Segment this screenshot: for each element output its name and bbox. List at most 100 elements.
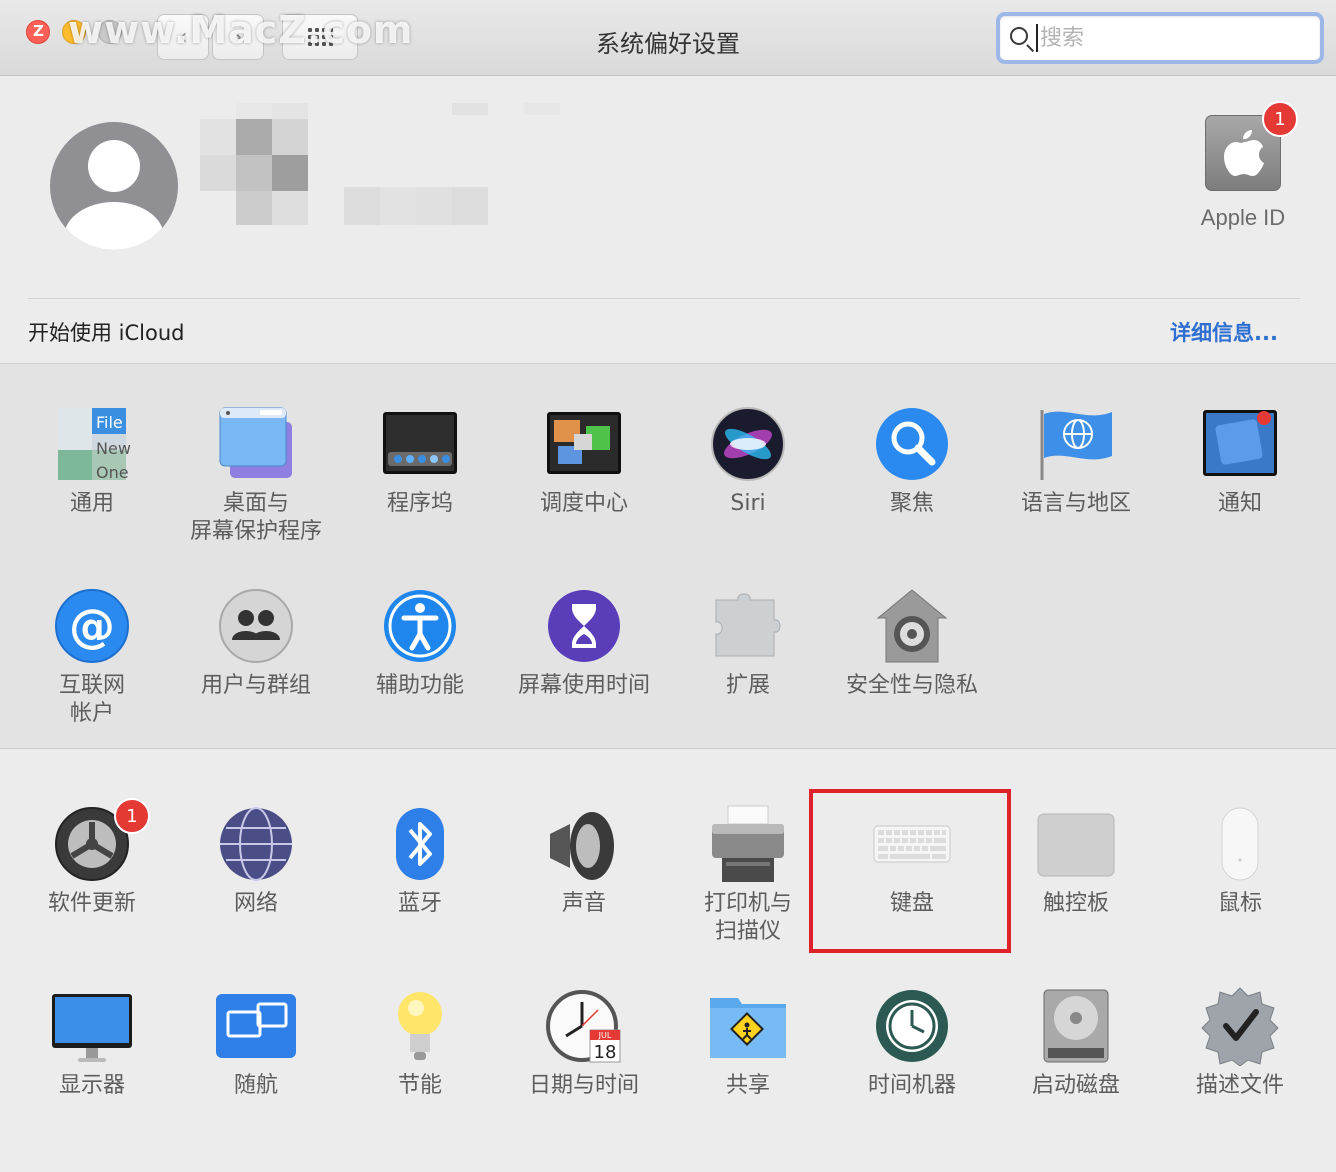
pane-label: 用户与群组 [200,673,311,698]
pane-desktop-screensaver[interactable]: 桌面与 屏幕保护程序 [174,404,338,546]
pane-screen-time[interactable]: 屏幕使用时间 [502,586,666,700]
siri-icon [708,404,788,484]
sharing-icon [708,986,788,1066]
dock-icon [380,404,460,484]
pane-label: 蓝牙 [397,891,442,916]
pane-label: 屏幕使用时间 [517,673,650,698]
pane-label: 随航 [233,1073,278,1098]
pane-label: 网络 [233,891,278,916]
pane-notifications[interactable]: 通知 [1158,404,1322,518]
trackpad-icon [1036,804,1116,884]
pane-label: 互联网 帐户 [58,673,125,726]
pane-time-machine[interactable]: 时间机器 [830,986,994,1100]
pane-label: 打印机与 扫描仪 [703,891,792,944]
time-machine-icon [872,986,952,1066]
avatar[interactable] [50,122,178,250]
pane-startup-disk[interactable]: 启动磁盘 [994,986,1158,1100]
pane-sharing[interactable]: 共享 [666,986,830,1100]
pane-general[interactable]: File New One 通用 [10,404,174,518]
pane-label: 时间机器 [867,1073,956,1098]
security-privacy-icon [872,586,952,666]
search-icon [1010,27,1028,45]
pane-siri[interactable]: Siri [666,404,830,518]
pane-label: 启动磁盘 [1031,1073,1120,1098]
general-icon: File New One [52,404,132,484]
pane-sidecar[interactable]: 随航 [174,986,338,1100]
bluetooth-icon [380,804,460,884]
apple-id-pane[interactable]: 1 Apple ID [1190,101,1300,235]
mission-control-icon [544,404,624,484]
screen-time-icon [544,586,624,666]
pane-label: 描述文件 [1195,1073,1284,1098]
profiles-icon [1200,986,1280,1067]
pane-label: 调度中心 [539,491,628,516]
network-icon [216,804,296,884]
pane-energy-saver[interactable]: 节能 [338,986,502,1100]
internet-accounts-icon: @ [52,586,132,666]
pane-label: 节能 [397,1073,442,1098]
pane-printers-scanners[interactable]: 打印机与 扫描仪 [666,804,830,946]
pane-label: 显示器 [58,1073,125,1098]
svg-text:@: @ [69,599,115,653]
divider [28,298,1300,299]
pane-label: 软件更新 [47,891,136,916]
pane-label: 辅助功能 [375,673,464,698]
pane-software-update[interactable]: 1 软件更新 [10,798,174,918]
pane-mouse[interactable]: 鼠标 [1158,804,1322,918]
pane-sound[interactable]: 声音 [502,804,666,918]
pane-mission-control[interactable]: 调度中心 [502,404,666,518]
pane-label: 共享 [725,1073,770,1098]
blurred-user-name [200,103,560,225]
software-update-badge: 1 [114,798,150,834]
pane-displays[interactable]: 显示器 [10,986,174,1100]
accessibility-icon [380,586,460,666]
displays-icon [52,986,132,1066]
desktop-screensaver-icon [216,404,296,484]
icloud-prompt: 开始使用 iCloud [28,321,185,345]
pane-extensions[interactable]: 扩展 [666,586,830,700]
apple-id-label: Apple ID [1200,205,1286,230]
account-header: 1 Apple ID 开始使用 iCloud 详细信息... [0,77,1336,363]
pane-label: 触控板 [1042,891,1109,916]
startup-disk-icon [1036,986,1116,1066]
new-text: New [96,439,131,458]
notifications-icon [1200,404,1280,484]
pane-label: 声音 [561,891,606,916]
search-input[interactable] [1040,20,1310,56]
pane-bluetooth[interactable]: 蓝牙 [338,804,502,918]
pane-accessibility[interactable]: 辅助功能 [338,586,502,700]
pane-trackpad[interactable]: 触控板 [994,804,1158,918]
pane-label: 通用 [69,491,114,516]
pane-internet-accounts[interactable]: @ 互联网 帐户 [10,586,174,728]
pane-language-region[interactable]: 语言与地区 [994,404,1158,518]
one-text: One [96,463,129,482]
pane-users-groups[interactable]: 用户与群组 [174,586,338,700]
text-caret [1036,24,1038,52]
pane-label: 聚焦 [889,491,934,516]
pane-label: 语言与地区 [1020,491,1131,516]
pane-security-privacy[interactable]: 安全性与隐私 [830,586,994,700]
details-link[interactable]: 详细信息... [1170,317,1278,347]
extensions-icon [708,586,788,666]
pane-label: 扩展 [725,673,770,698]
software-update-icon: 1 [52,798,150,884]
pane-network[interactable]: 网络 [174,804,338,918]
pane-label: 桌面与 屏幕保护程序 [189,491,322,544]
users-groups-icon [216,586,296,666]
search-field[interactable] [996,12,1324,64]
apple-id-badge: 1 [1262,101,1298,137]
energy-saver-icon [380,986,460,1066]
mouse-icon [1200,804,1280,884]
pane-label: 通知 [1217,491,1262,516]
pane-date-time[interactable]: JUL 18 日期与时间 [502,986,666,1100]
title-bar: ‹ › www.MacZ.com 系统偏好设置 [0,0,1336,76]
date-time-icon: JUL 18 [544,986,624,1066]
pane-label: Siri [730,491,766,516]
calendar-month: JUL [598,1031,612,1040]
printers-scanners-icon [708,804,788,884]
pane-spotlight[interactable]: 聚焦 [830,404,994,518]
file-text: File [96,413,123,432]
pane-dock[interactable]: 程序坞 [338,404,502,518]
pane-profiles[interactable]: 描述文件 [1158,986,1322,1100]
calendar-day: 18 [594,1042,617,1063]
